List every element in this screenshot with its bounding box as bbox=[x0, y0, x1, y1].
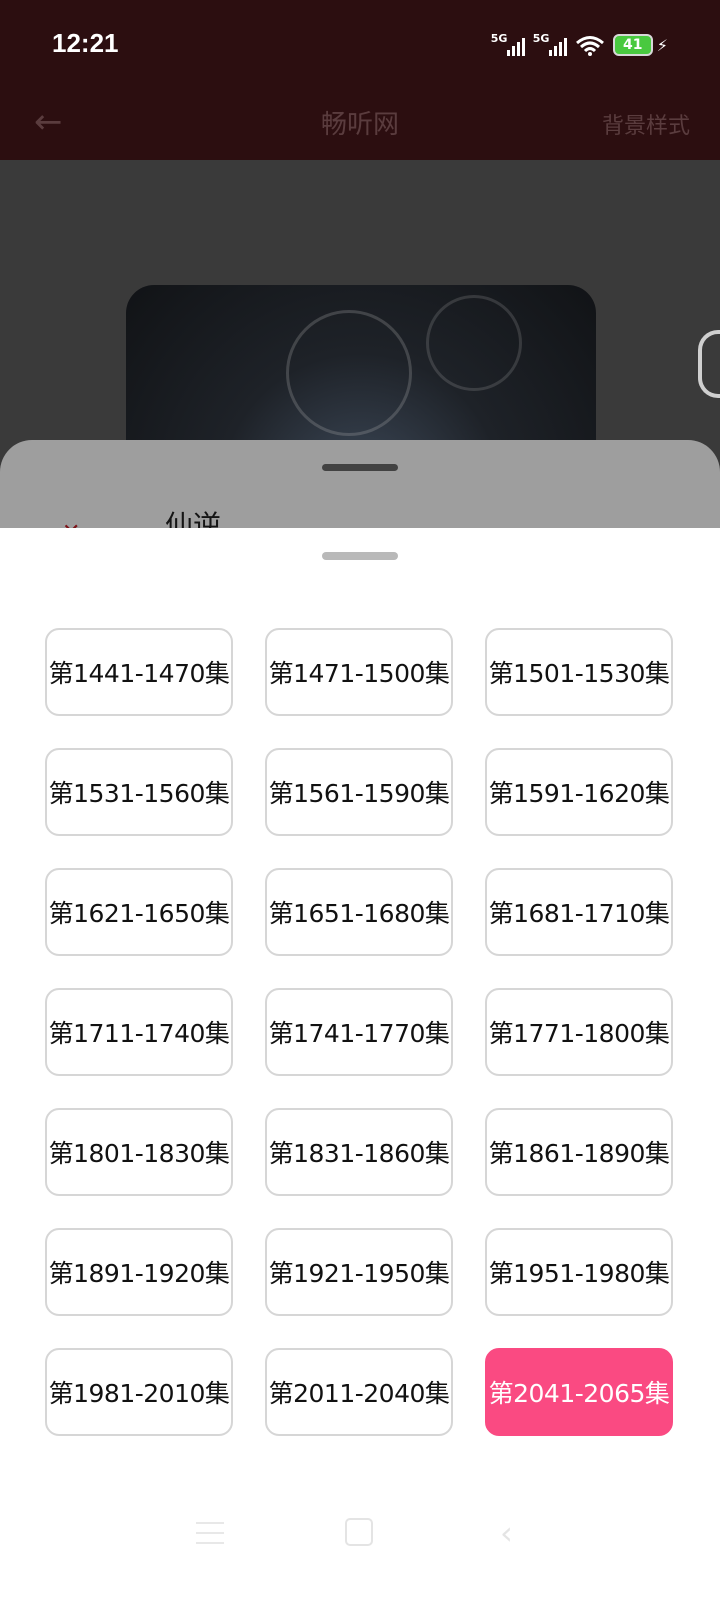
network-type-label-2: 5G bbox=[532, 32, 550, 45]
top-bar: 12:21 5G 5G 41 ⚡ ← 畅听网 背景样式 bbox=[0, 0, 720, 160]
episode-range-button[interactable]: 第1501-1530集 bbox=[485, 628, 673, 716]
sheet-drag-handle[interactable] bbox=[322, 552, 398, 560]
episode-range-button[interactable]: 第1681-1710集 bbox=[485, 868, 673, 956]
cover-decoration-2 bbox=[426, 295, 522, 391]
episode-range-button[interactable]: 第1741-1770集 bbox=[265, 988, 453, 1076]
episode-range-button[interactable]: 第1651-1680集 bbox=[265, 868, 453, 956]
side-drawer-handle[interactable] bbox=[698, 330, 720, 398]
episode-range-button[interactable]: 第1771-1800集 bbox=[485, 988, 673, 1076]
cover-decoration bbox=[286, 310, 412, 436]
episode-range-button[interactable]: 第1861-1890集 bbox=[485, 1108, 673, 1196]
system-back-icon[interactable]: ‹ bbox=[500, 1514, 513, 1552]
episode-range-button[interactable]: 第1711-1740集 bbox=[45, 988, 233, 1076]
status-icons: 5G 5G 41 ⚡ bbox=[491, 28, 668, 62]
episode-range-button[interactable]: 第1921-1950集 bbox=[265, 1228, 453, 1316]
charging-icon: ⚡ bbox=[656, 35, 668, 55]
episode-range-button[interactable]: 第1531-1560集 bbox=[45, 748, 233, 836]
episode-range-button[interactable]: 第2041-2065集 bbox=[485, 1348, 673, 1436]
signal-icon-2: 5G bbox=[532, 32, 567, 56]
home-icon[interactable] bbox=[345, 1518, 373, 1546]
episode-range-button[interactable]: 第2011-2040集 bbox=[265, 1348, 453, 1436]
episode-grid-viewport[interactable]: 第1441-1470集 第1471-1500集 第1501-1530集第1531-1… bbox=[0, 598, 720, 1518]
app-header: ← 畅听网 背景样式 bbox=[0, 90, 720, 160]
signal-icon: 5G bbox=[490, 32, 525, 56]
wifi-icon bbox=[575, 36, 604, 56]
network-type-label: 5G bbox=[490, 32, 508, 45]
episode-range-button[interactable]: 第1441-1470集 bbox=[45, 628, 233, 716]
drag-handle[interactable] bbox=[322, 464, 398, 471]
episode-range-button[interactable]: 第1981-2010集 bbox=[45, 1348, 233, 1436]
episode-range-sheet: 第1441-1470集 第1471-1500集 第1501-1530集第1531-1… bbox=[0, 528, 720, 1600]
episode-grid: 第1441-1470集 第1471-1500集 第1501-1530集第1531-1… bbox=[45, 598, 675, 1436]
episode-range-button[interactable]: 第1621-1650集 bbox=[45, 868, 233, 956]
episode-range-button[interactable]: 第1561-1590集 bbox=[265, 748, 453, 836]
battery-level: 41 bbox=[612, 34, 653, 56]
episode-range-button[interactable]: 第1891-1920集 bbox=[45, 1228, 233, 1316]
system-nav-bar: ‹ bbox=[0, 1500, 720, 1600]
recent-apps-icon[interactable] bbox=[196, 1522, 224, 1544]
episode-range-button[interactable]: 第1471-1500集 bbox=[265, 628, 453, 716]
episode-range-button[interactable]: 第1801-1830集 bbox=[45, 1108, 233, 1196]
status-time: 12:21 bbox=[52, 28, 119, 58]
episode-range-button[interactable]: 第1831-1860集 bbox=[265, 1108, 453, 1196]
battery-icon: 41 ⚡ bbox=[612, 34, 668, 56]
episode-range-button[interactable]: 第1591-1620集 bbox=[485, 748, 673, 836]
episode-range-button[interactable]: 第1951-1980集 bbox=[485, 1228, 673, 1316]
status-bar: 12:21 5G 5G 41 ⚡ bbox=[0, 0, 720, 90]
background-style-button[interactable]: 背景样式 bbox=[602, 108, 690, 140]
